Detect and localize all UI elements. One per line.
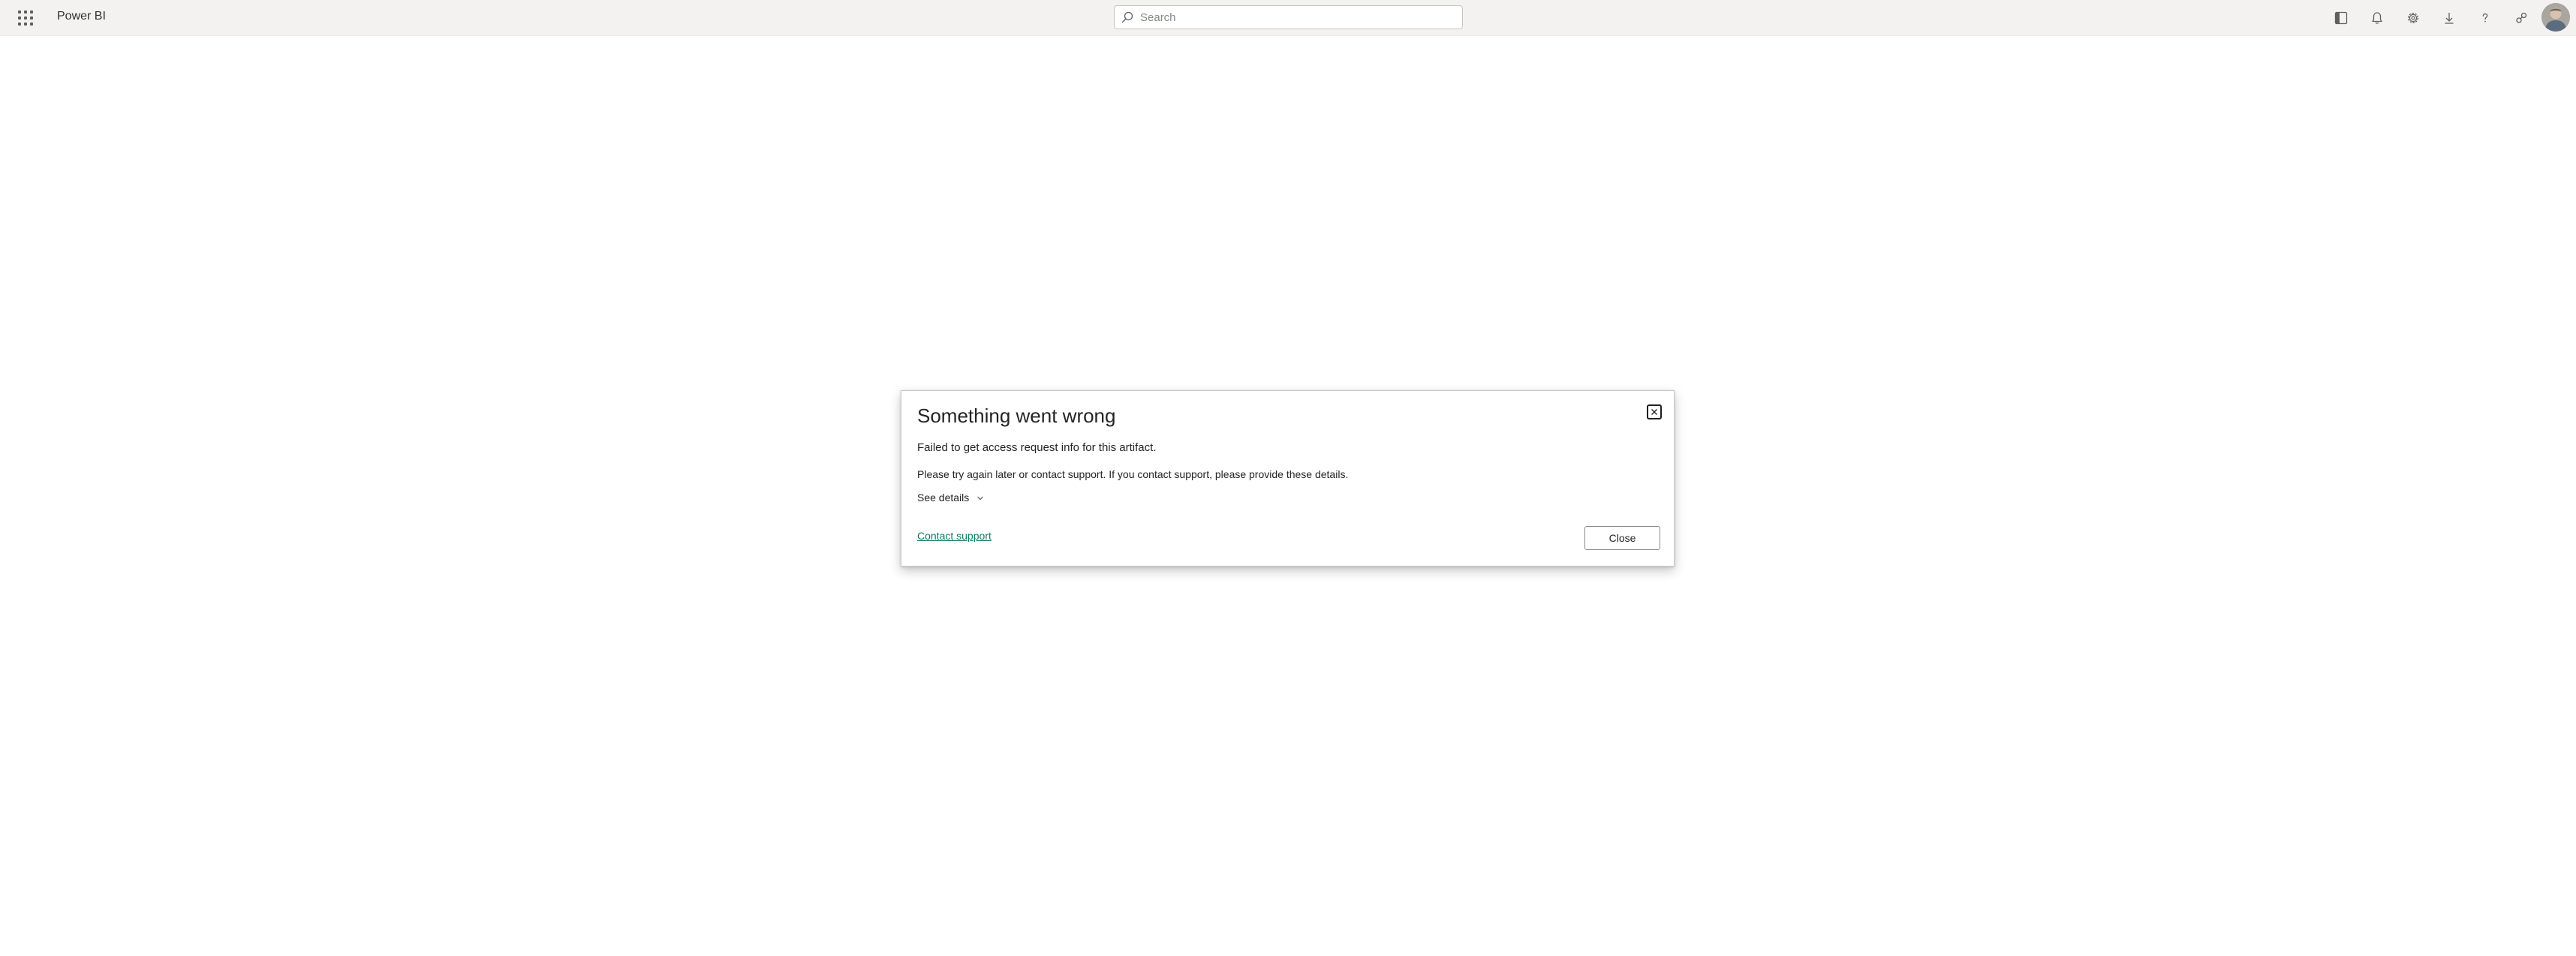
share-icon[interactable] bbox=[2511, 8, 2532, 29]
search-icon bbox=[1115, 6, 1140, 29]
error-dialog: Something went wrong Failed to get acces… bbox=[901, 390, 1675, 567]
download-icon[interactable] bbox=[2439, 8, 2460, 29]
app-title[interactable]: Power BI bbox=[57, 10, 106, 23]
search-box[interactable] bbox=[1114, 5, 1463, 29]
gear-icon[interactable] bbox=[2403, 8, 2424, 29]
panel-icon[interactable] bbox=[2331, 8, 2352, 29]
bell-icon[interactable] bbox=[2367, 8, 2388, 29]
close-button[interactable]: Close bbox=[1584, 526, 1660, 550]
see-details-toggle[interactable]: See details bbox=[917, 492, 984, 504]
waffle-icon[interactable] bbox=[17, 9, 35, 27]
dialog-message: Failed to get access request info for th… bbox=[917, 441, 1157, 454]
top-bar: Power BI bbox=[0, 0, 2576, 36]
avatar[interactable] bbox=[2541, 3, 2570, 32]
see-details-label: See details bbox=[917, 492, 970, 504]
contact-support-link[interactable]: Contact support bbox=[917, 530, 992, 542]
help-icon[interactable] bbox=[2475, 8, 2496, 29]
dialog-title: Something went wrong bbox=[917, 404, 1116, 427]
close-icon[interactable] bbox=[1647, 404, 1662, 419]
chevron-down-icon bbox=[977, 492, 984, 504]
dialog-hint: Please try again later or contact suppor… bbox=[917, 468, 1349, 480]
search-input[interactable] bbox=[1140, 7, 1440, 28]
